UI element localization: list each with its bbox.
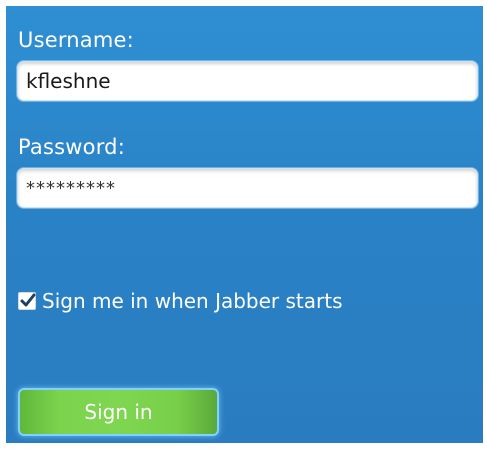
- remember-me-checkbox[interactable]: [18, 292, 36, 310]
- password-input[interactable]: *********: [17, 168, 478, 208]
- username-input[interactable]: kfleshne: [17, 61, 478, 101]
- sign-in-button[interactable]: Sign in: [18, 388, 219, 436]
- password-label: Password:: [18, 135, 125, 159]
- remember-me-label: Sign me in when Jabber starts: [42, 289, 343, 313]
- username-label: Username:: [18, 28, 134, 52]
- remember-me-row[interactable]: Sign me in when Jabber starts: [18, 289, 343, 313]
- login-panel: Username: kfleshne Password: ********* S…: [6, 6, 483, 443]
- checkmark-icon: [20, 293, 36, 307]
